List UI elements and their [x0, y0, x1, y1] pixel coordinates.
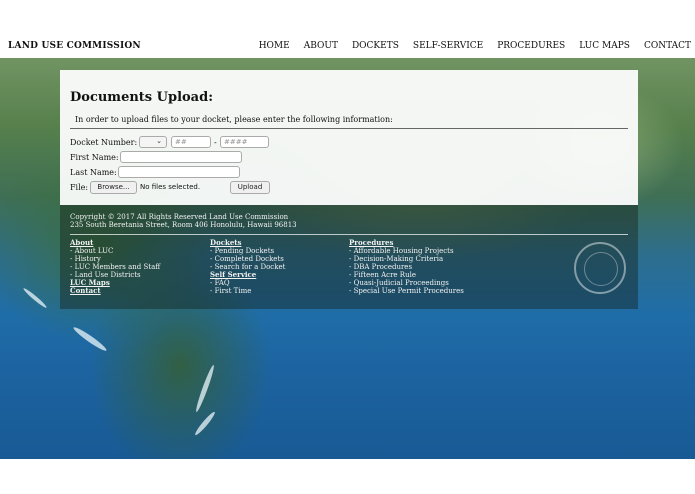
first-name-label: First Name: — [70, 153, 119, 162]
footer-link-contact[interactable]: Contact — [70, 287, 160, 295]
nav-home[interactable]: HOME — [259, 41, 290, 51]
footer-col-procedures: Procedures - Affordable Housing Projects… — [349, 239, 464, 296]
intro-text: In order to upload files to your docket,… — [75, 115, 393, 124]
footer-link[interactable]: - About LUC — [70, 247, 160, 255]
address-text: 235 South Beretania Street, Room 406 Hon… — [70, 221, 297, 229]
footer-link[interactable]: - Quasi-Judicial Proceedings — [349, 279, 464, 287]
footer-link[interactable]: - LUC Members and Staff — [70, 263, 160, 271]
copyright-text: Copyright © 2017 All Rights Reserved Lan… — [70, 213, 289, 221]
docket-number-label: Docket Number: — [70, 138, 138, 147]
footer-divider — [70, 234, 628, 235]
docket-separator: - — [214, 138, 217, 147]
chevron-down-icon: ⌄ — [156, 137, 162, 145]
footer-link[interactable]: - Pending Dockets — [210, 247, 285, 255]
footer-link-self-service[interactable]: Self Service — [210, 271, 285, 279]
nav-dockets[interactable]: DOCKETS — [352, 41, 399, 51]
footer-col-dockets: Dockets - Pending Dockets - Completed Do… — [210, 239, 285, 296]
last-name-label: Last Name: — [70, 168, 117, 177]
footer-link[interactable]: - Completed Dockets — [210, 255, 285, 263]
page-title: Documents Upload: — [70, 90, 213, 105]
first-name-input[interactable] — [120, 151, 242, 163]
site-logo[interactable]: LAND USE COMMISSION — [8, 41, 141, 51]
last-name-input[interactable] — [118, 166, 240, 178]
footer-link-dockets[interactable]: Dockets — [210, 239, 285, 247]
main-nav: HOME ABOUT DOCKETS SELF-SERVICE PROCEDUR… — [259, 41, 691, 51]
nav-about[interactable]: ABOUT — [304, 41, 338, 51]
footer-copyright: Copyright © 2017 All Rights Reserved Lan… — [70, 213, 297, 229]
nav-self-service[interactable]: SELF-SERVICE — [413, 41, 483, 51]
nav-luc-maps[interactable]: LUC MAPS — [579, 41, 630, 51]
footer-link[interactable]: - DBA Procedures — [349, 263, 464, 271]
file-status: No files selected. — [140, 183, 201, 191]
footer-link[interactable]: - Decision-Making Criteria — [349, 255, 464, 263]
footer-link[interactable]: - Affordable Housing Projects — [349, 247, 464, 255]
state-seal-icon — [574, 242, 626, 294]
footer-link-about[interactable]: About — [70, 239, 160, 247]
footer-col-about: About - About LUC - History - LUC Member… — [70, 239, 160, 295]
footer-link[interactable]: - Special Use Permit Procedures — [349, 287, 464, 295]
nav-contact[interactable]: CONTACT — [644, 41, 691, 51]
footer-link-procedures[interactable]: Procedures — [349, 239, 464, 247]
docket-part2-input[interactable]: #### — [220, 136, 269, 148]
docket-part1-input[interactable]: ## — [171, 136, 211, 148]
upload-button[interactable]: Upload — [230, 181, 270, 194]
footer-link[interactable]: - FAQ — [210, 279, 285, 287]
file-label: File: — [70, 183, 89, 192]
browse-button[interactable]: Browse... — [90, 181, 137, 194]
nav-procedures[interactable]: PROCEDURES — [497, 41, 565, 51]
footer-link[interactable]: - History — [70, 255, 160, 263]
divider — [70, 128, 628, 129]
footer-link[interactable]: - First Time — [210, 287, 285, 295]
footer-link[interactable]: - Fifteen Acre Rule — [349, 271, 464, 279]
docket-type-select[interactable]: ⌄ — [139, 136, 167, 148]
